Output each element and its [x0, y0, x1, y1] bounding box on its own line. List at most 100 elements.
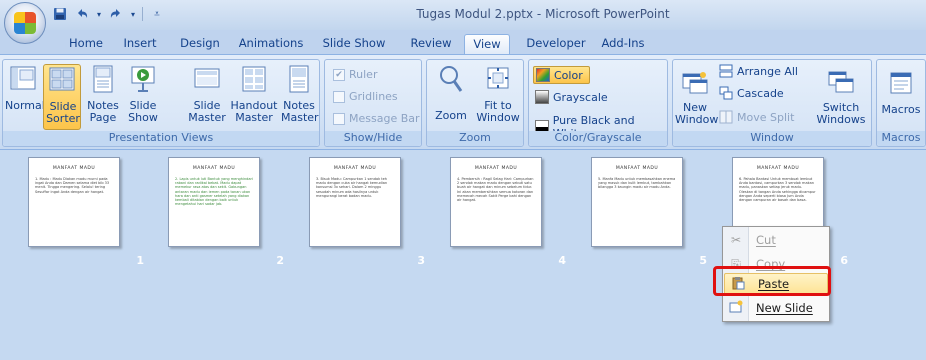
new-window-icon: [682, 72, 708, 94]
arrange-all-button[interactable]: Arrange All: [719, 64, 798, 78]
slide-thumbnail[interactable]: MANFAAT MADU 2. Lapis untuk luti Bantuk …: [168, 157, 260, 247]
slide-number: 4: [558, 254, 566, 267]
normal-view-icon: [10, 66, 36, 90]
tab-add-ins[interactable]: Add-Ins: [598, 34, 648, 54]
gridlines-checkbox[interactable]: Gridlines: [333, 90, 398, 103]
handout-master-button[interactable]: Handout Master: [229, 64, 279, 124]
normal-view-button[interactable]: Normal: [5, 64, 45, 130]
grayscale-swatch-icon: [535, 90, 549, 104]
zoom-button[interactable]: Zoom: [431, 64, 471, 122]
slide-body: 5. Manfa Madu untuk membasahkan enema ya…: [598, 177, 676, 190]
handout-master-label: Handout Master: [230, 99, 278, 124]
slide-title: MANFAAT MADU: [615, 166, 659, 171]
move-split-label: Move Split: [737, 110, 795, 124]
menu-item-label: New Slide: [756, 301, 813, 315]
slide-body: 1. Madu : Madu Diakan madu murni pada in…: [35, 177, 110, 194]
slide-number: 2: [276, 254, 284, 267]
notes-master-button[interactable]: Notes Master: [281, 64, 319, 124]
slide-master-label: Slide Master: [188, 99, 226, 124]
checkbox-icon: [333, 112, 345, 125]
group-macros: Macros Macros: [876, 59, 926, 147]
move-split-icon: [719, 110, 733, 124]
notes-master-label: Notes Master: [281, 99, 319, 124]
slide-thumbnail[interactable]: MANFAAT MADU 1. Madu : Madu Diakan madu …: [28, 157, 120, 247]
slide-thumbnail[interactable]: MANFAAT MADU 3. Bisuk Madu: Campurkan 1 …: [309, 157, 401, 247]
slide-title: MANFAAT MADU: [474, 166, 518, 171]
group-zoom: Zoom Fit to Window Zoom: [426, 59, 524, 147]
slide-master-button[interactable]: Slide Master: [187, 64, 227, 124]
magnifier-icon: [440, 66, 463, 92]
paste-highlight-annotation: [713, 266, 831, 296]
group-color-grayscale: Color Grayscale Pure Black and White Col…: [528, 59, 668, 147]
slide-number: 6: [840, 254, 848, 267]
slide-body: 6. Pahala Bantasi Untuk membuat lembut A…: [739, 177, 816, 203]
group-label-color-grayscale: Color/Grayscale: [529, 131, 667, 146]
slide-thumbnail[interactable]: MANFAAT MADU 5. Manfa Madu untuk membasa…: [591, 157, 683, 247]
tab-home[interactable]: Home: [66, 34, 106, 54]
grayscale-button[interactable]: Grayscale: [535, 90, 608, 104]
notes-page-label: Notes Page: [87, 99, 119, 124]
slide-sorter-icon: [49, 67, 75, 91]
menu-item-cut[interactable]: ✂ Cut: [723, 229, 829, 251]
title-bar: ▾ ▾ ⩡ Tugas Modul 2.pptx - Microsoft Pow…: [0, 0, 926, 30]
message-bar-label: Message Bar: [349, 112, 420, 125]
arrange-all-icon: [719, 64, 733, 78]
switch-windows-button[interactable]: Switch Windows: [813, 68, 869, 126]
color-button[interactable]: Color: [533, 66, 590, 84]
group-show-hide: ✔ Ruler Gridlines Message Bar Show/Hide: [324, 59, 422, 147]
switch-windows-icon: [828, 71, 854, 93]
office-button[interactable]: [4, 2, 46, 44]
menu-item-label: Cut: [756, 233, 776, 247]
fit-to-window-icon: [487, 67, 509, 89]
group-label-presentation-views: Presentation Views: [3, 131, 319, 146]
tab-design[interactable]: Design: [178, 34, 222, 54]
tab-slide-show[interactable]: Slide Show: [322, 34, 386, 54]
checkbox-icon: [333, 90, 345, 103]
grayscale-label: Grayscale: [553, 90, 608, 104]
slide-sorter-button[interactable]: Slide Sorter: [43, 64, 81, 130]
tab-developer[interactable]: Developer: [526, 34, 586, 54]
slide-body: 4. Pembersih : Ragil Selag Hari: Campurk…: [457, 177, 534, 203]
fit-to-window-label: Fit to Window: [476, 99, 520, 124]
new-window-button[interactable]: New Window: [675, 68, 718, 126]
move-split-button[interactable]: Move Split: [719, 110, 794, 124]
group-window: New Window Arrange All Cascade Move Spli…: [672, 59, 872, 147]
cascade-button[interactable]: Cascade: [719, 86, 784, 100]
slide-title: MANFAAT MADU: [756, 166, 800, 171]
notes-page-icon: [93, 65, 113, 93]
macros-label: Macros: [881, 103, 921, 116]
checkbox-checked-icon: ✔: [333, 68, 345, 81]
slide-show-label: Slide Show: [128, 99, 158, 124]
slide-show-button[interactable]: Slide Show: [125, 64, 161, 124]
window-title: Tugas Modul 2.pptx - Microsoft PowerPoin…: [416, 7, 670, 21]
slide-body: 3. Bisuk Madu: Campurkan 1 sendok teh ma…: [316, 177, 388, 198]
fit-to-window-button[interactable]: Fit to Window: [475, 64, 521, 124]
tab-review[interactable]: Review: [408, 34, 454, 54]
menu-item-new-slide[interactable]: New Slide: [723, 297, 829, 319]
tab-view[interactable]: View: [464, 34, 510, 54]
slide-title: MANFAAT MADU: [52, 166, 96, 171]
slide-number: 5: [699, 254, 707, 267]
group-label-macros: Macros: [877, 131, 925, 146]
slide-body: 2. Lapis untuk luti Bantuk yang menghind…: [175, 177, 253, 207]
slide-show-icon: [131, 66, 155, 92]
gridlines-label: Gridlines: [349, 90, 398, 103]
notes-master-icon: [289, 65, 309, 93]
zoom-label: Zoom: [435, 109, 467, 122]
notes-page-button[interactable]: Notes Page: [85, 64, 121, 124]
macros-button[interactable]: Macros: [879, 68, 923, 116]
normal-view-label: Normal: [5, 99, 45, 112]
ruler-checkbox[interactable]: ✔ Ruler: [333, 68, 377, 81]
ribbon-tabs: Home Insert Design Animations Slide Show…: [0, 30, 926, 54]
slide-thumbnail[interactable]: MANFAAT MADU 4. Pembersih : Ragil Selag …: [450, 157, 542, 247]
tab-animations[interactable]: Animations: [236, 34, 306, 54]
slide-number: 1: [136, 254, 144, 267]
new-slide-icon: [723, 300, 749, 317]
group-label-show-hide: Show/Hide: [325, 131, 421, 146]
tab-insert[interactable]: Insert: [120, 34, 160, 54]
color-swatch-icon: [536, 68, 550, 82]
message-bar-checkbox[interactable]: Message Bar: [333, 112, 420, 125]
scissors-icon: ✂: [730, 233, 742, 247]
switch-windows-label: Switch Windows: [816, 101, 866, 126]
office-logo-icon: [14, 12, 36, 34]
